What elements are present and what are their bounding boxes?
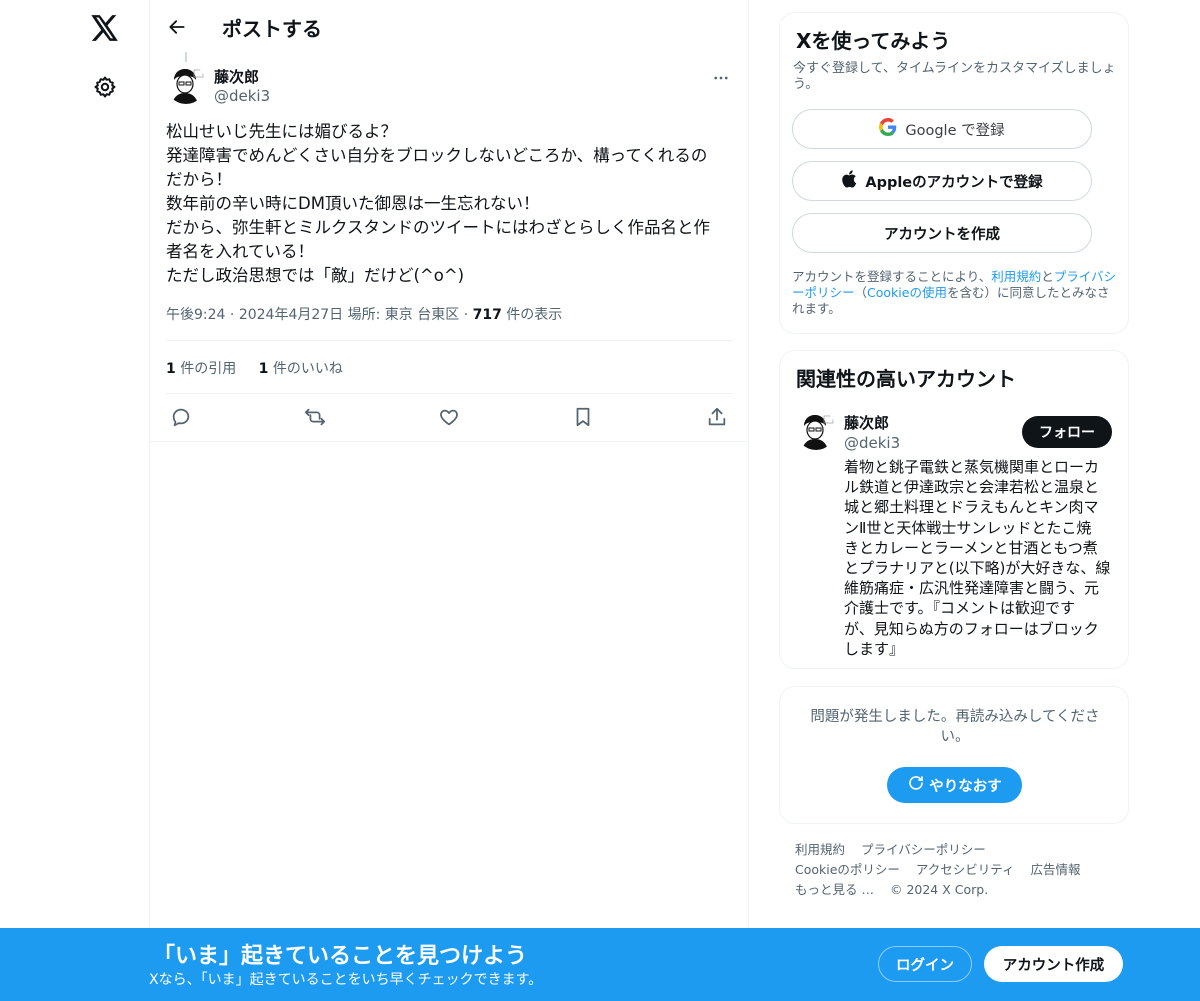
post-stats: 1 件の引用 1 件のいいね	[166, 358, 361, 378]
signup-card-title: Xを使ってみよう	[796, 29, 951, 53]
cookie-link[interactable]: Cookieの使用	[867, 285, 947, 300]
arrow-left-icon[interactable]	[160, 10, 194, 44]
post-text: 松山せいじ先生には媚びるよ？ 発達障害でめんどくさい自分をブロックしないどころか…	[166, 120, 733, 288]
bio-line: 着物と銚子電鉄と蒸気機関車とローカ	[844, 458, 1100, 476]
google-icon	[879, 118, 897, 140]
signup-button[interactable]: アカウント作成	[984, 946, 1123, 982]
apple-icon	[841, 170, 857, 192]
bottom-banner: 「いま」起きていることを見つけよう Xなら、「いま」起きていることをいち早くチェ…	[0, 928, 1200, 1001]
bio-line: 維筋痛症・広汎性発達障害と闘う、元	[844, 579, 1100, 598]
views-count: 717	[472, 307, 502, 323]
main-column: ポストする 藤次郎 @deki3 松山せいじ先生には媚びるよ？ 発達障害でめんど…	[150, 0, 749, 1001]
more-icon[interactable]	[709, 66, 733, 90]
divider	[166, 393, 733, 394]
follow-button[interactable]: フォロー	[1022, 416, 1112, 448]
related-account-bio: 着物と銚子電鉄と蒸気機関車とローカ ル鉄道と伊達政宗と会津若松と温泉と 城と郷土…	[844, 457, 1116, 659]
footer-privacy-link[interactable]: プライバシーポリシー	[861, 842, 986, 857]
retry-button[interactable]: やりなおす	[887, 767, 1022, 803]
thread-line	[185, 52, 187, 62]
create-account-label: アカウントを作成	[884, 226, 1000, 243]
quotes-count: 1	[166, 361, 176, 377]
google-signup-button[interactable]: Google で登録	[792, 109, 1092, 149]
banner-subtitle: Xなら、「いま」起きていることをいち早くチェックできます。	[149, 972, 543, 988]
footer-copyright: © 2024 X Corp.	[889, 882, 989, 897]
divider	[166, 340, 733, 341]
author-handle[interactable]: @deki3	[214, 87, 270, 105]
post-text-line: 者名を入れている！	[166, 242, 315, 261]
left-nav	[0, 0, 150, 1001]
login-button[interactable]: ログイン	[878, 946, 972, 982]
post-meta: 午後9:24 · 2024年4月27日 場所: 東京 台東区 · 717 件の表…	[166, 304, 562, 324]
divider	[150, 441, 749, 442]
gear-icon[interactable]	[82, 64, 128, 110]
signup-terms: アカウントを登録することにより、利用規約とプライバシーポリシー（Cookieの使…	[792, 269, 1120, 317]
share-icon[interactable]	[704, 404, 730, 430]
apple-signup-button[interactable]: Appleのアカウントで登録	[792, 161, 1092, 201]
post-actions	[166, 404, 733, 430]
meta-separator: ·	[463, 307, 469, 323]
bookmark-icon[interactable]	[570, 404, 596, 430]
bio-line: します』	[844, 639, 905, 658]
related-account-name[interactable]: 藤次郎	[844, 412, 889, 433]
avatar[interactable]	[166, 64, 206, 104]
refresh-icon	[907, 774, 925, 796]
apple-signup-label: Appleのアカウントで登録	[865, 174, 1043, 191]
views-label: 件の表示	[501, 307, 563, 323]
footer-cookie-link[interactable]: Cookieのポリシー	[795, 862, 900, 877]
footer-accessibility-link[interactable]: アクセシビリティ	[916, 862, 1015, 877]
signup-card: Xを使ってみよう 今すぐ登録して、タイムラインをカスタマイズしましょう。 Goo…	[779, 12, 1129, 334]
bio-line: が、見知らぬ方のフォローはブロック	[844, 619, 1099, 638]
error-card: 問題が発生しました。再読み込みしてください。 やりなおす	[779, 686, 1129, 824]
bio-line: 介護士です。『コメントは歓迎です	[844, 599, 1076, 618]
author-name[interactable]: 藤次郎	[214, 66, 259, 87]
footer-ads-link[interactable]: 広告情報	[1031, 862, 1081, 877]
avatar[interactable]	[796, 410, 836, 450]
related-card-title: 関連性の高いアカウント	[796, 367, 1016, 391]
bio-line: 城と郷土料理とドラえもんとキン肉マ	[844, 498, 1099, 517]
post-location[interactable]: 場所: 東京 台東区	[348, 307, 460, 323]
post-author: 藤次郎 @deki3	[166, 64, 733, 108]
error-message: 問題が発生しました。再読み込みしてください。	[810, 709, 1100, 745]
signup-card-subtitle: 今すぐ登録して、タイムラインをカスタマイズしましょう。	[793, 61, 1116, 92]
meta-separator: ·	[229, 307, 235, 323]
terms-and: と	[1041, 269, 1054, 284]
post-time[interactable]: 午後9:24	[166, 307, 225, 323]
quotes-label: 件の引用	[175, 361, 237, 377]
footer-more-link[interactable]: もっと見る …	[795, 882, 874, 897]
footer-terms-link[interactable]: 利用規約	[795, 842, 845, 857]
google-signup-label: Google で登録	[905, 122, 1005, 139]
terms-link[interactable]: 利用規約	[991, 269, 1041, 284]
terms-prefix: アカウントを登録することにより、	[792, 269, 992, 284]
post-text-line: だから、弥生軒とミルクスタンドのツイートにはわざとらしく作品名と作	[166, 218, 711, 237]
post-text-line: 松山せいじ先生には媚びるよ？	[166, 122, 397, 141]
likes-label: 件のいいね	[268, 361, 343, 377]
related-account-handle[interactable]: @deki3	[844, 434, 900, 452]
related-accounts-card: 関連性の高いアカウント 藤次郎 @deki3 フォロー 着物と銚子電鉄と蒸気機関…	[779, 350, 1129, 669]
create-account-button[interactable]: アカウントを作成	[792, 213, 1092, 253]
bio-line: ンⅡ世と天体戦士サンレッドとたこ焼	[844, 518, 1092, 537]
post-text-line: 発達障害でめんどくさい自分をブロックしないどころか、構ってくれるの	[166, 146, 708, 165]
likes-stat[interactable]: 1 件のいいね	[259, 358, 343, 378]
terms-paren: （	[854, 285, 868, 300]
retry-label: やりなおす	[929, 778, 1002, 795]
post-text-line: 数年前の辛い時にDM頂いた御恩は一生忘れない！	[166, 194, 540, 213]
post-text-line: ただし政治思想では「敵」だけど(^o^)	[166, 266, 465, 285]
page-title: ポストする	[222, 17, 322, 41]
quotes-stat[interactable]: 1 件の引用	[166, 358, 236, 378]
bio-line: ル鉄道と伊達政宗と会津若松と温泉と	[844, 478, 1100, 497]
post-text-line: だから！	[166, 170, 232, 189]
bio-line: きとカレーとラーメンと甘酒ともつ煮	[844, 538, 1098, 557]
post-date[interactable]: 2024年4月27日	[239, 307, 343, 323]
likes-count: 1	[258, 361, 269, 377]
bio-line: とプラナリアと(以下略)が大好きな、線	[844, 559, 1111, 578]
reply-icon[interactable]	[168, 404, 194, 430]
footer: 利用規約 プライバシーポリシー Cookieのポリシー アクセシビリティ 広告情…	[795, 840, 1125, 900]
x-logo-icon[interactable]	[82, 5, 128, 51]
repost-icon[interactable]	[302, 404, 328, 430]
main-header: ポストする	[150, 0, 749, 53]
banner-title: 「いま」起きていることを見つけよう	[153, 944, 528, 969]
heart-icon[interactable]	[436, 404, 462, 430]
